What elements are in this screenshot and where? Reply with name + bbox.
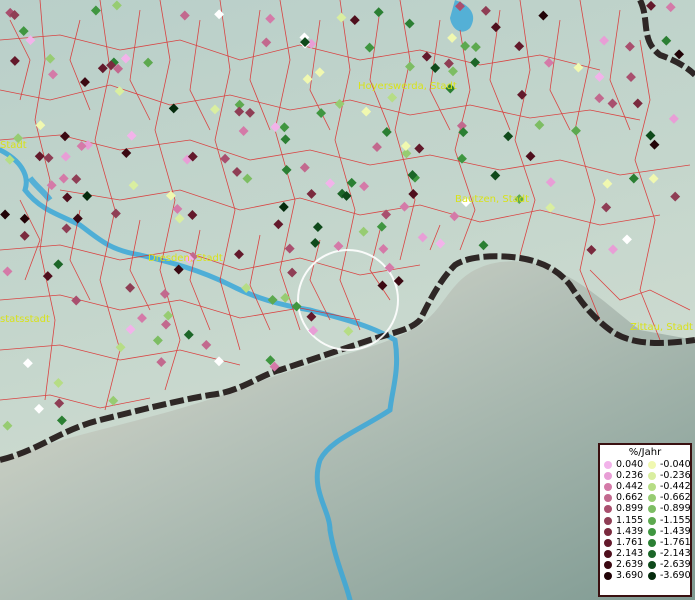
legend-entry-negative: -0.662 [644, 492, 691, 504]
legend-swatch-icon [648, 482, 656, 491]
legend-entry-negative: -0.899 [644, 503, 691, 515]
legend-swatch-icon [604, 460, 612, 469]
legend-value: 1.155 [616, 514, 644, 526]
legend-value: 0.442 [616, 480, 644, 492]
legend-entry-positive: 3.690 [600, 571, 644, 581]
legend-entry-positive: 0.040 [600, 458, 644, 470]
legend-value: 0.662 [616, 492, 644, 504]
legend-value: 2.143 [616, 548, 644, 560]
legend-entry-positive: 2.639 [600, 560, 644, 570]
legend-row: 0.236 -0.236 [600, 469, 691, 481]
legend-entry-positive: 1.761 [600, 536, 644, 548]
legend-value: 0.236 [616, 469, 644, 481]
legend-title: %/Jahr [628, 447, 662, 458]
legend-swatch-icon [604, 538, 612, 547]
city-label-hoyerswerda: Hoyerswerda, Stadt [358, 81, 457, 92]
legend-swatch-icon [604, 527, 612, 536]
legend-entry-positive: 1.439 [600, 525, 644, 537]
legend-value: -0.040 [660, 458, 691, 470]
legend-row: 1.439 -1.439 [600, 525, 691, 537]
legend-entry-negative: -2.639 [644, 559, 691, 571]
legend-value: 3.690 [616, 570, 644, 582]
legend-entry-negative: -0.442 [644, 480, 691, 492]
legend-value: 0.899 [616, 503, 644, 515]
legend-row: 3.690 -3.690 [600, 570, 691, 582]
legend-entry-negative: -2.143 [644, 548, 691, 560]
legend-swatch-icon [604, 471, 612, 480]
city-label-zittau: Zittau, Stadt [630, 322, 693, 333]
map-legend: %/Jahr 0.040 -0.040 0.236 -0.236 0.442 -0.442… [598, 443, 692, 597]
legend-value: 2.639 [616, 559, 644, 571]
legend-entry-positive: 1.155 [600, 514, 644, 526]
legend-row: 0.899 -0.899 [600, 503, 691, 515]
legend-entry-positive: 0.236 [600, 469, 644, 481]
legend-entry-positive: 0.899 [600, 504, 644, 514]
legend-swatch-icon [604, 561, 612, 570]
legend-swatch-icon [604, 572, 612, 581]
legend-entry-negative: -0.040 [644, 458, 691, 470]
legend-value: 0.040 [616, 458, 644, 470]
legend-entry-negative: -1.761 [644, 536, 691, 548]
legend-swatch-icon [604, 482, 612, 491]
legend-entry-negative: -0.236 [644, 469, 691, 481]
map-canvas[interactable]: Hoyerswerda, Stadt Bautzen, Stadt Dresde… [0, 0, 695, 600]
legend-swatch-icon [604, 505, 612, 514]
legend-swatch-icon [604, 494, 612, 503]
legend-entry-negative: -3.690 [644, 570, 691, 582]
legend-swatch-icon [648, 550, 656, 559]
legend-swatch-icon [648, 494, 656, 503]
legend-entry-positive: 0.442 [600, 480, 644, 492]
legend-swatch-icon [648, 561, 656, 570]
city-label-bautzen: Bautzen, Stadt [455, 194, 529, 205]
legend-row: 0.662 -0.662 [600, 492, 691, 504]
legend-swatch-icon [648, 572, 656, 581]
legend-swatch-icon [648, 460, 656, 469]
legend-value: -0.236 [660, 469, 691, 481]
legend-value: -2.639 [660, 559, 691, 571]
legend-value: 1.439 [616, 525, 644, 537]
legend-row: 0.040 -0.040 [600, 458, 691, 470]
legend-row: 2.639 -2.639 [600, 559, 691, 571]
legend-swatch-icon [604, 516, 612, 525]
legend-swatch-icon [648, 471, 656, 480]
legend-value: 1.761 [616, 536, 644, 548]
legend-row: 1.155 -1.155 [600, 514, 691, 526]
legend-value: -0.662 [660, 492, 691, 504]
legend-row: 2.143 -2.143 [600, 548, 691, 560]
legend-row: 1.761 -1.761 [600, 536, 691, 548]
legend-swatch-icon [648, 505, 656, 514]
legend-entry-positive: 0.662 [600, 493, 644, 503]
city-label-stadt-left: Stadt [0, 140, 27, 151]
legend-entry-negative: -1.155 [644, 514, 691, 526]
legend-swatch-icon [648, 538, 656, 547]
legend-value: -1.155 [660, 514, 691, 526]
legend-value: -0.442 [660, 480, 691, 492]
city-label-statsstadt: statsstadt [0, 314, 50, 325]
legend-swatch-icon [604, 550, 612, 559]
legend-swatch-icon [648, 516, 656, 525]
legend-value: -1.761 [660, 536, 691, 548]
city-label-dresden: Dresden, Stadt [148, 253, 223, 264]
legend-swatch-icon [648, 527, 656, 536]
legend-value: -3.690 [660, 570, 691, 582]
legend-entry-positive: 2.143 [600, 549, 644, 559]
legend-value: -1.439 [660, 525, 691, 537]
legend-value: -0.899 [660, 503, 691, 515]
legend-row: 0.442 -0.442 [600, 480, 691, 492]
legend-value: -2.143 [660, 548, 691, 560]
legend-entry-negative: -1.439 [644, 525, 691, 537]
